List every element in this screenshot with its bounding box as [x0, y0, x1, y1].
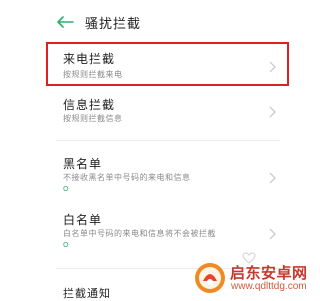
chevron-right-icon [268, 106, 276, 118]
list-item-call-blocking[interactable]: 来电拦截 按规则拦截来电 [0, 44, 320, 84]
page-title: 骚扰拦截 [85, 17, 142, 32]
status-badge: O [63, 241, 69, 249]
list-item-title: 黑名单 [63, 157, 103, 171]
watermark-brand: 启东安卓网 [230, 264, 308, 282]
back-button[interactable] [55, 14, 75, 30]
list-item-title: 来电拦截 [63, 52, 116, 66]
intercept-notification-item[interactable]: 拦截通知 [63, 285, 111, 301]
arrow-left-icon [57, 16, 74, 28]
list-item-title: 白名单 [63, 213, 103, 227]
list-item-subtitle: 不接收黑名单中号码的来电和信息 [63, 173, 191, 182]
chevron-right-icon [268, 228, 276, 240]
chevron-right-icon [268, 61, 276, 73]
list-item-message-blocking[interactable]: 信息拦截 按规则拦截信息 [0, 92, 320, 134]
orange-circle-logo-icon [195, 263, 225, 293]
chevron-right-icon [268, 172, 276, 184]
list-item-subtitle: 按规则拦截来电 [63, 70, 123, 79]
list-item-blacklist[interactable]: 黑名单 不接收黑名单中号码的来电和信息 O [0, 152, 320, 204]
app-header: 骚扰拦截 [0, 0, 320, 38]
list-item-whitelist[interactable]: 白名单 白名单中号码的来电和信息将不会被拦截 O [0, 208, 320, 260]
list-item-title: 信息拦截 [63, 98, 116, 112]
watermark: 启东安卓网 www.qdlttdg.com [193, 259, 317, 299]
list-item-subtitle: 白名单中号码的来电和信息将不会被拦截 [63, 229, 216, 238]
watermark-url: www.qdlttdg.com [231, 281, 307, 292]
divider [56, 140, 280, 141]
status-badge: O [63, 185, 69, 193]
list-item-subtitle: 按规则拦截信息 [63, 114, 123, 123]
